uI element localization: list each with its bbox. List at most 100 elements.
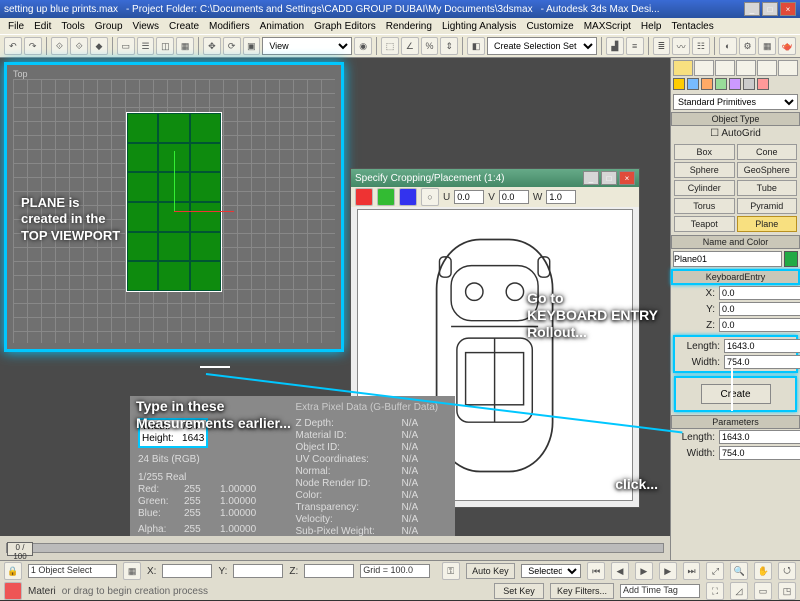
layer-button[interactable]: ≣ — [653, 37, 671, 55]
menu-lighting-analysis[interactable]: Lighting Analysis — [438, 21, 521, 32]
hierarchy-tab[interactable] — [715, 60, 735, 76]
utilities-tab[interactable] — [778, 60, 798, 76]
ref-coord-dropdown[interactable]: View — [262, 37, 352, 55]
menu-tentacles[interactable]: Tentacles — [668, 21, 718, 32]
addtimetag[interactable]: Add Time Tag — [620, 584, 700, 598]
max-toggle-icon[interactable]: ◳ — [778, 582, 796, 600]
render-button[interactable]: 🫖 — [778, 37, 796, 55]
crop-close-button[interactable]: × — [619, 171, 635, 185]
spinner-snap-button[interactable]: ⇕ — [440, 37, 458, 55]
isolate-icon[interactable]: ▦ — [123, 562, 141, 580]
coord-x-input[interactable] — [162, 564, 212, 578]
window-crossing-button[interactable]: ▦ — [176, 37, 194, 55]
material-button[interactable]: ◐ — [719, 37, 737, 55]
zoom-region-icon[interactable]: ▭ — [754, 582, 772, 600]
crop-alpha-icon[interactable]: ○ — [421, 188, 439, 206]
keymode-dropdown[interactable]: Selected — [521, 564, 581, 578]
menu-animation[interactable]: Animation — [256, 21, 308, 32]
create-button[interactable]: Create — [701, 384, 771, 404]
menu-modifiers[interactable]: Modifiers — [205, 21, 254, 32]
scale-button[interactable]: ▣ — [243, 37, 261, 55]
menu-views[interactable]: Views — [129, 21, 164, 32]
menu-graph-editors[interactable]: Graph Editors — [310, 21, 380, 32]
link-button[interactable]: ⟐ — [51, 37, 69, 55]
lock-icon[interactable]: 🔒 — [4, 562, 22, 580]
menu-file[interactable]: File — [4, 21, 28, 32]
systems-icon[interactable] — [757, 78, 769, 90]
render-frame-button[interactable]: ▦ — [758, 37, 776, 55]
keyfilters-button[interactable]: Key Filters... — [550, 583, 614, 599]
prim-pyramid[interactable]: Pyramid — [737, 198, 798, 214]
orbit-icon[interactable]: ⭯ — [778, 562, 796, 580]
geometry-icon[interactable] — [673, 78, 685, 90]
create-tab[interactable] — [673, 60, 693, 76]
cameras-icon[interactable] — [715, 78, 727, 90]
time-thumb[interactable]: 0 / 100 — [7, 542, 33, 556]
helpers-icon[interactable] — [729, 78, 741, 90]
fov-icon[interactable]: ◿ — [730, 582, 748, 600]
crop-w-input[interactable] — [546, 190, 576, 204]
prim-geosphere[interactable]: GeoSphere — [737, 162, 798, 178]
bind-button[interactable]: ◆ — [90, 37, 108, 55]
next-frame-icon[interactable]: ▶ — [659, 562, 677, 580]
kbd-width-input[interactable] — [724, 355, 800, 369]
motion-tab[interactable] — [736, 60, 756, 76]
prim-cone[interactable]: Cone — [737, 144, 798, 160]
percent-snap-button[interactable]: % — [421, 37, 439, 55]
play-icon[interactable]: ▶ — [635, 562, 653, 580]
named-sel-dropdown[interactable]: Create Selection Set — [487, 37, 597, 55]
snap-button[interactable]: ⬚ — [381, 37, 399, 55]
align-button[interactable]: ≡ — [626, 37, 644, 55]
render-setup-button[interactable]: ⚙ — [739, 37, 757, 55]
unlink-button[interactable]: ⟐ — [70, 37, 88, 55]
undo-button[interactable]: ↶ — [4, 37, 22, 55]
autogrid-check[interactable]: ☐ AutoGrid — [671, 126, 800, 141]
named-sel-button[interactable]: ◧ — [467, 37, 485, 55]
schematic-button[interactable]: ☷ — [692, 37, 710, 55]
material-slot-icon[interactable] — [4, 582, 22, 600]
autokey-button[interactable]: Auto Key — [466, 563, 516, 579]
minimize-button[interactable]: _ — [744, 2, 760, 16]
zoom-ext-icon[interactable]: ⤢ — [706, 562, 724, 580]
crop-blue-icon[interactable] — [399, 188, 417, 206]
kbd-y-input[interactable] — [719, 302, 800, 316]
crop-max-button[interactable]: □ — [601, 171, 617, 185]
kbd-length-input[interactable] — [724, 339, 800, 353]
shapes-icon[interactable] — [687, 78, 699, 90]
crop-min-button[interactable]: _ — [583, 171, 599, 185]
menu-rendering[interactable]: Rendering — [382, 21, 436, 32]
kbd-z-input[interactable] — [719, 318, 800, 332]
menu-maxscript[interactable]: MAXScript — [580, 21, 635, 32]
coord-z-input[interactable] — [304, 564, 354, 578]
zoom-icon[interactable]: 🔍 — [730, 562, 748, 580]
curve-editor-button[interactable]: 〰 — [672, 37, 690, 55]
mirror-button[interactable]: ▟ — [606, 37, 624, 55]
rotate-button[interactable]: ⟳ — [223, 37, 241, 55]
maximize-button[interactable]: □ — [762, 2, 778, 16]
close-button[interactable]: × — [780, 2, 796, 16]
prim-cylinder[interactable]: Cylinder — [674, 180, 735, 196]
goto-end-icon[interactable]: ⏭ — [683, 562, 701, 580]
move-button[interactable]: ✥ — [203, 37, 221, 55]
key-icon[interactable]: ⚿ — [442, 562, 460, 580]
param-length-input[interactable] — [719, 430, 800, 444]
param-width-input[interactable] — [719, 446, 800, 460]
object-color-swatch[interactable] — [784, 251, 798, 267]
top-viewport[interactable]: Top PLANE iscreated in theTOP VIEWPORT — [4, 62, 344, 352]
modify-tab[interactable] — [694, 60, 714, 76]
select-name-button[interactable]: ☰ — [137, 37, 155, 55]
primitive-dropdown[interactable]: Standard Primitives — [673, 94, 798, 110]
min-max-icon[interactable]: ⛶ — [706, 582, 724, 600]
crop-u-input[interactable] — [454, 190, 484, 204]
angle-snap-button[interactable]: ∠ — [401, 37, 419, 55]
menu-edit[interactable]: Edit — [30, 21, 55, 32]
menu-tools[interactable]: Tools — [57, 21, 88, 32]
prim-tube[interactable]: Tube — [737, 180, 798, 196]
select-region-button[interactable]: ◫ — [156, 37, 174, 55]
crop-green-icon[interactable] — [377, 188, 395, 206]
prev-frame-icon[interactable]: ◀ — [611, 562, 629, 580]
coord-y-input[interactable] — [233, 564, 283, 578]
prim-plane[interactable]: Plane — [737, 216, 798, 232]
prim-box[interactable]: Box — [674, 144, 735, 160]
pivot-button[interactable]: ◉ — [354, 37, 372, 55]
